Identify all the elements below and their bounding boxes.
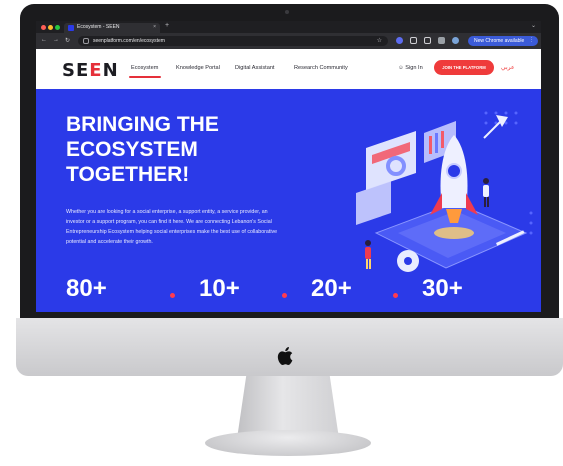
tab-title: Ecosystem - SEEN [77, 24, 120, 30]
imac-stand-foot [205, 430, 371, 456]
logo-accent: E [89, 60, 103, 81]
stat-value: 20+ [311, 275, 352, 302]
logo-part2: N [102, 60, 119, 81]
bookmark-star-icon[interactable]: ☆ [377, 37, 382, 44]
camera-icon [285, 10, 289, 14]
person-figure-right [483, 178, 489, 207]
lamp-icon [483, 115, 508, 139]
extensions-puzzle-icon[interactable] [410, 37, 417, 44]
hero-illustration [356, 111, 533, 272]
browser-tab[interactable]: Ecosystem - SEEN × [64, 23, 160, 33]
new-tab-button[interactable]: + [165, 22, 169, 29]
stat-value: 80+ [66, 275, 107, 302]
hero-description: Whether you are looking for a social ent… [66, 209, 278, 245]
hero-title-line: TOGETHER! [66, 163, 190, 186]
hero-title: BRINGING THE ECOSYSTEM TOGETHER! [66, 112, 286, 187]
tab-search-icon[interactable]: ⌄ [531, 22, 536, 29]
back-icon[interactable]: ← [41, 37, 47, 43]
browser-tabbar: Ecosystem - SEEN × + ⌄ [36, 21, 541, 33]
sidepanel-icon[interactable] [438, 37, 445, 44]
stat-separator [170, 293, 175, 298]
sign-in-label: Sign In [405, 65, 423, 71]
nav-digital-assistant[interactable]: Digital Assistant [235, 65, 274, 71]
sign-in-link[interactable]: ☺ Sign In [398, 65, 423, 71]
nav-research-community[interactable]: Research Community [294, 65, 348, 71]
browser-toolbar: ← → ↻ seenplatform.com/en/ecosystem ☆ Ne… [36, 33, 541, 49]
extension-icon[interactable] [396, 37, 403, 44]
address-bar[interactable]: seenplatform.com/en/ecosystem ☆ [78, 36, 388, 46]
download-icon[interactable] [424, 37, 431, 44]
reload-icon[interactable]: ↻ [65, 37, 70, 44]
window-maximize-button[interactable] [55, 25, 60, 30]
hero-title-line: ECOSYSTEM [66, 138, 198, 161]
imac-stand-neck [237, 376, 339, 436]
site-info-icon[interactable] [83, 38, 89, 44]
language-switch[interactable]: عربي [501, 64, 515, 71]
active-nav-indicator [129, 76, 161, 78]
update-label: New Chrome available [474, 38, 525, 44]
join-platform-button[interactable]: JOIN THE PLATFORM [434, 60, 494, 75]
window-close-button[interactable] [41, 25, 46, 30]
profile-avatar[interactable] [452, 37, 459, 44]
stat-value: 30+ [422, 275, 463, 302]
nav-knowledge-portal[interactable]: Knowledge Portal [176, 65, 220, 71]
seen-logo[interactable]: SEEN [62, 60, 119, 81]
forward-icon[interactable]: → [53, 37, 59, 43]
window-minimize-button[interactable] [48, 25, 53, 30]
apple-logo-icon [277, 347, 293, 366]
screen: Ecosystem - SEEN × + ⌄ ← → ↻ seenplatfor… [36, 21, 541, 312]
url-text: seenplatform.com/en/ecosystem [93, 38, 165, 44]
stat-separator [393, 293, 398, 298]
stat-separator [282, 293, 287, 298]
logo-part1: SE [62, 60, 90, 81]
nav-ecosystem[interactable]: Ecosystem [131, 65, 158, 71]
join-button-label: JOIN THE PLATFORM [442, 65, 486, 70]
hero-title-line: BRINGING THE [66, 113, 219, 136]
imac-mockup: Ecosystem - SEEN × + ⌄ ← → ↻ seenplatfor… [0, 0, 563, 466]
tab-close-icon[interactable]: × [153, 24, 156, 30]
gear-icon [397, 250, 419, 272]
favicon-icon [68, 25, 74, 31]
person-figure-left [365, 240, 371, 269]
chrome-update-button[interactable]: New Chrome available ⋮ [468, 36, 538, 46]
menu-dots-icon: ⋮ [529, 37, 534, 43]
stat-value: 10+ [199, 275, 240, 302]
site-header: SEEN Ecosystem Knowledge Portal Digital … [36, 49, 541, 89]
